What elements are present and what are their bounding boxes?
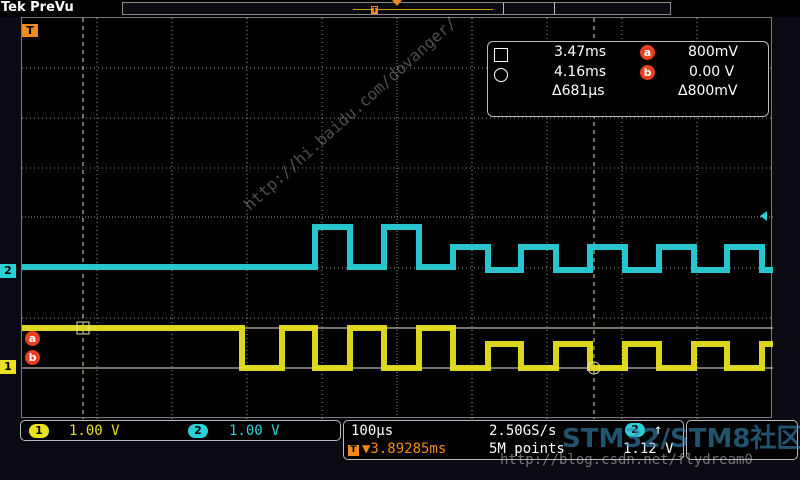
ch1-scale: 1.00 V	[69, 423, 120, 439]
watermark-logo: STM32/STM8社区	[562, 424, 800, 454]
cursor-b-voltage: 0.00 V	[689, 64, 735, 80]
brand-name: Tek	[1, 0, 26, 15]
watermark-url: http://blog.csdn.net/flydream0	[500, 452, 753, 468]
brand-label: Tek PreVu	[1, 0, 74, 16]
expansion-point-icon	[392, 0, 402, 6]
delta-time: Δ681µs	[552, 83, 605, 99]
cursor-2-circle-icon	[494, 68, 508, 82]
cursor-readout-panel: 3.47ms 4.16ms Δ681µs a b 800mV 0.00 V Δ8…	[487, 41, 769, 117]
ch1-badge[interactable]: 1	[29, 424, 49, 438]
record-display-window[interactable]	[503, 3, 555, 14]
sample-rate: 2.50GS/s	[489, 423, 557, 439]
ch2-ground-marker[interactable]: 2	[0, 264, 16, 278]
delta-voltage: Δ800mV	[678, 83, 738, 99]
ch1-ground-marker[interactable]: 1	[0, 360, 16, 374]
trigger-position-marker[interactable]: T	[22, 24, 38, 37]
ch2-scale: 1.00 V	[229, 423, 280, 439]
cursor-a-marker[interactable]: a	[25, 331, 40, 346]
horizontal-scale: 100µs	[351, 423, 394, 439]
cursor-a-voltage: 800mV	[688, 44, 738, 60]
ch2-badge[interactable]: 2	[188, 424, 208, 438]
cursor-1-time: 3.47ms	[554, 44, 607, 60]
horizontal-position: ▼3.89285ms	[362, 441, 447, 457]
trigger-level-icon[interactable]	[760, 211, 767, 221]
ch2-waveform	[22, 224, 773, 273]
channel-scale-panel[interactable]: 1 1.00 V 2 1.00 V	[20, 420, 341, 441]
cursor-b-badge: b	[640, 65, 655, 80]
cursor-2-time: 4.16ms	[554, 64, 607, 80]
record-trigger-icon: T	[371, 6, 378, 14]
cursor-1-square-icon	[494, 48, 508, 62]
cursor-b-marker[interactable]: b	[25, 350, 40, 365]
trigger-position-icon: T	[348, 445, 359, 456]
cursor-a-badge: a	[640, 45, 655, 60]
status-bar: Tek PreVu T	[0, 0, 800, 17]
acquisition-mode: PreVu	[30, 0, 74, 15]
